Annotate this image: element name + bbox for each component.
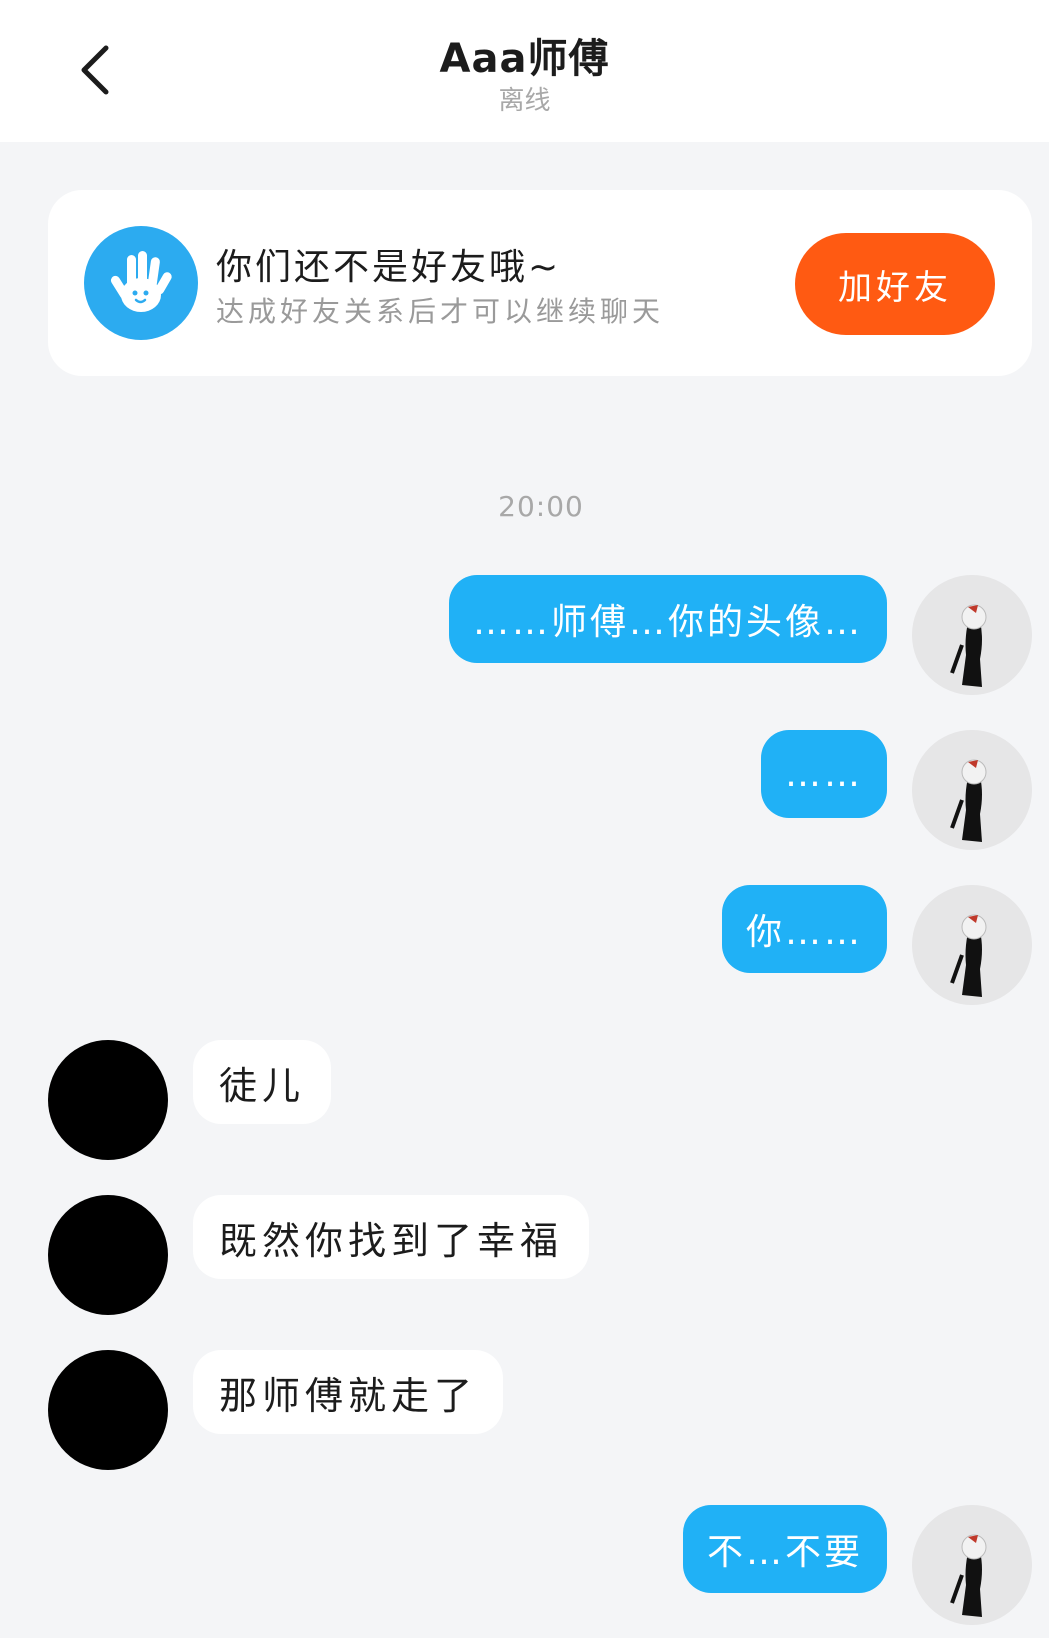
- card-title: 你们还不是好友哦~: [216, 247, 562, 288]
- received-message-bubble[interactable]: 既然你找到了幸福: [193, 1195, 590, 1279]
- avatar[interactable]: [912, 575, 1032, 695]
- sent-message-bubble[interactable]: ……: [761, 730, 887, 818]
- sent-message-bubble[interactable]: ……师傅…你的头像…: [448, 575, 887, 663]
- avatar[interactable]: [48, 1195, 168, 1315]
- sent-message-bubble[interactable]: 不…不要: [682, 1505, 887, 1593]
- chat-header: Aaa师傅 离线: [0, 0, 1049, 142]
- avatar-image: [912, 885, 1032, 1005]
- hand-wave-icon: [84, 226, 198, 340]
- add-friend-button[interactable]: 加好友: [795, 233, 995, 335]
- avatar[interactable]: [912, 730, 1032, 850]
- received-message-bubble[interactable]: 徒儿: [193, 1040, 332, 1124]
- avatar[interactable]: [912, 1505, 1032, 1625]
- avatar[interactable]: [48, 1350, 168, 1470]
- avatar-image: [912, 730, 1032, 850]
- avatar[interactable]: [48, 1040, 168, 1160]
- not-friends-card: 你们还不是好友哦~ 达成好友关系后才可以继续聊天 加好友: [48, 190, 1032, 376]
- received-message-bubble[interactable]: 那师傅就走了: [193, 1350, 504, 1434]
- message-timestamp: 20:00: [498, 490, 584, 523]
- avatar-image: [912, 1505, 1032, 1625]
- card-subtitle: 达成好友关系后才可以继续聊天: [216, 295, 665, 328]
- avatar-image: [912, 575, 1032, 695]
- online-status: 离线: [498, 86, 551, 116]
- sent-message-bubble[interactable]: 你……: [721, 885, 887, 973]
- avatar[interactable]: [912, 885, 1032, 1005]
- contact-name: Aaa师傅: [439, 36, 610, 82]
